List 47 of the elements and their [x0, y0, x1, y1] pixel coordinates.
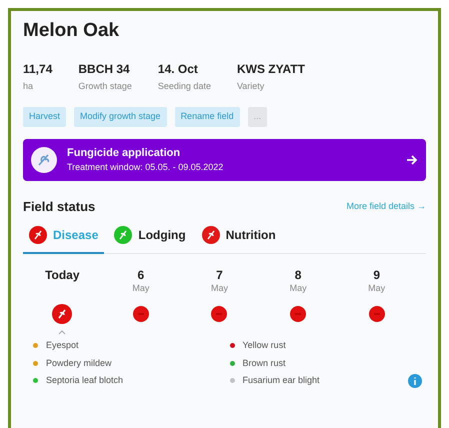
legend-label: Fusarium ear blight	[242, 374, 320, 387]
month-label: May	[210, 282, 228, 294]
info-icon[interactable]	[408, 374, 422, 388]
risk-dot-icon	[132, 306, 149, 322]
risk-dot-icon	[368, 306, 385, 322]
caret-icon	[58, 330, 66, 335]
more-details-link[interactable]: More field details →	[346, 200, 426, 213]
legend-label: Eyespot	[46, 339, 79, 352]
month-label: May	[290, 282, 307, 294]
stat-label: Variety	[236, 80, 266, 93]
legend-label: Brown rust	[242, 356, 286, 370]
month-label: May	[132, 282, 150, 294]
legend-label: Septoria leaf blotch	[46, 374, 124, 387]
field-title: Melon Oak	[23, 19, 120, 43]
disease-risk-icon	[52, 304, 72, 324]
banner-subtitle: Treatment window: 05.05. - 09.05.2022	[67, 161, 224, 174]
day-label: 6	[138, 268, 144, 282]
month-label: May	[368, 282, 386, 294]
stat-value: 14. Oct	[158, 60, 199, 78]
treatment-banner[interactable]: Fungicide application Treatment window: 05.05. - 09.05.2022	[23, 138, 426, 180]
day-label: 8	[294, 268, 302, 282]
action-chip[interactable]: Harvest	[23, 107, 66, 126]
risk-dot-icon	[211, 306, 228, 322]
day-label: Today	[45, 268, 80, 282]
legend-label: Powdery mildew	[46, 356, 112, 370]
stat-value: 11,74	[23, 60, 52, 78]
banner-title: Fungicide application	[67, 146, 182, 160]
status-icon	[202, 226, 220, 244]
status-tab[interactable]: Lodging	[108, 226, 192, 254]
arrow-right-icon	[406, 154, 418, 164]
risk-dot-icon	[290, 306, 306, 322]
stat-value: KWS ZYATT	[236, 60, 305, 78]
section-title: Field status	[23, 198, 96, 216]
status-icon	[29, 226, 47, 244]
stat-value: BBCH 34	[78, 60, 131, 78]
status-tab[interactable]: Disease	[23, 226, 104, 254]
status-icon	[114, 226, 132, 244]
more-button[interactable]: ...	[248, 107, 268, 126]
action-chip[interactable]: Modify growth stage	[74, 107, 167, 126]
status-tab[interactable]: Nutrition	[196, 226, 282, 254]
stat-label: Seeding date	[158, 80, 211, 93]
stat-label: Growth stage	[78, 80, 132, 93]
day-label: 7	[216, 268, 223, 282]
day-label: 9	[373, 268, 380, 282]
stat-label: ha	[23, 80, 34, 92]
legend-label: Yellow rust	[242, 339, 286, 352]
action-chip[interactable]: Rename field	[174, 107, 240, 126]
